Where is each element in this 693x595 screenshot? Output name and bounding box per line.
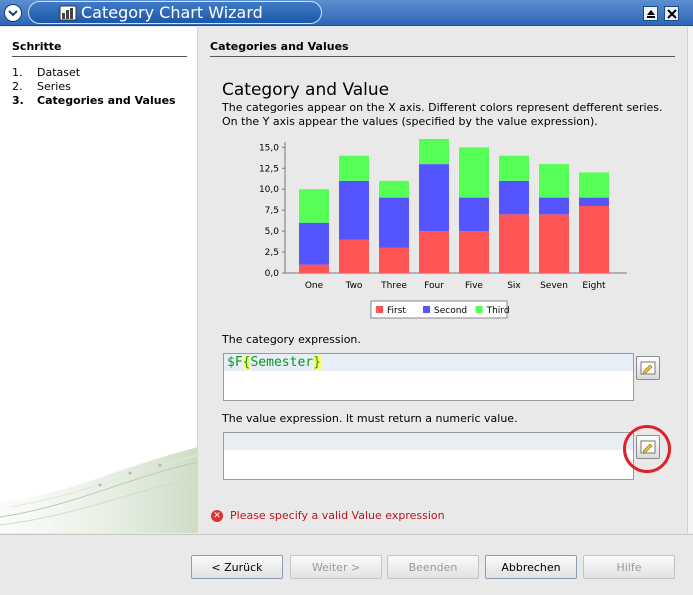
legend-label: Second — [434, 306, 467, 316]
legend-label: First — [387, 306, 406, 316]
value-expression-editor[interactable] — [223, 432, 634, 480]
bar-second — [419, 164, 449, 232]
legend-swatch — [376, 306, 383, 313]
close-icon — [666, 8, 677, 19]
bar-second — [379, 197, 409, 248]
wizard-app-icon — [59, 5, 77, 21]
bar-first — [379, 247, 409, 273]
step-number: 1. — [12, 66, 23, 79]
y-tick-label: 0,0 — [265, 269, 280, 279]
bar-third — [419, 138, 449, 165]
page-heading: Category and Value — [222, 80, 390, 100]
x-tick-label: Five — [465, 281, 483, 291]
back-button[interactable]: < Zurück — [191, 555, 283, 579]
x-tick-label: Eight — [582, 281, 606, 291]
bar-third — [459, 147, 489, 198]
bar-second — [579, 197, 609, 206]
y-tick-label: 10,0 — [259, 185, 279, 195]
legend-swatch — [475, 306, 483, 313]
error-message: ✕ Please specify a valid Value expressio… — [211, 509, 445, 522]
steps-title: Schritte — [12, 40, 187, 57]
expr-close-brace: } — [313, 355, 321, 370]
x-tick-label: Six — [507, 281, 521, 291]
bar-second — [459, 197, 489, 232]
bar-third — [499, 155, 529, 181]
eject-icon — [646, 9, 655, 18]
content-panel: Categories and Values Category and Value… — [199, 27, 687, 533]
category-expression-label: The category expression. — [222, 333, 361, 346]
legend-swatch — [423, 306, 430, 313]
step-label: Categories and Values — [37, 94, 176, 107]
y-tick-label: 12,5 — [259, 164, 279, 174]
step-number: 2. — [12, 80, 23, 93]
finish-button[interactable]: Beenden — [387, 555, 479, 579]
x-tick-label: Two — [345, 281, 363, 291]
next-button[interactable]: Weiter > — [290, 555, 382, 579]
bar-second — [339, 180, 369, 240]
chevron-down-icon — [8, 10, 18, 17]
bar-second — [539, 197, 569, 215]
title-pill: Category Chart Wizard — [28, 1, 322, 24]
step-label: Series — [37, 80, 71, 93]
category-expression-edit-button[interactable] — [636, 356, 660, 380]
error-icon: ✕ — [211, 509, 223, 522]
x-tick-label: One — [305, 281, 324, 291]
description-line-1: The categories appear on the X axis. Dif… — [222, 101, 663, 114]
value-expression-label: The value expression. It must return a n… — [222, 412, 518, 425]
preview-chart: 0,0 2,5 5,0 7,5 10,0 12,5 15,0 One Two Three Four F… — [259, 138, 627, 319]
step-series: 2. Series — [12, 80, 71, 93]
x-tick-label: Three — [380, 281, 407, 291]
bar-first — [539, 214, 569, 273]
button-bar: < Zurück Weiter > Beenden Abbrechen Hilf… — [0, 534, 693, 595]
section-title: Categories and Values — [210, 40, 675, 57]
step-categories-and-values: 3. Categories and Values — [12, 94, 176, 107]
y-tick-label: 2,5 — [265, 248, 279, 258]
y-tick-label: 5,0 — [265, 227, 280, 237]
step-dataset: 1. Dataset — [12, 66, 80, 79]
category-expression-text: $F{Semester} — [227, 355, 321, 370]
expression-editor-icon — [640, 361, 656, 375]
expr-prefix: $F — [227, 355, 243, 370]
current-line-highlight — [224, 433, 633, 450]
close-button[interactable] — [664, 6, 679, 21]
steps-panel: Schritte 1. Dataset 2. Series 3. Categories… — [0, 27, 198, 533]
bar-first — [339, 239, 369, 273]
bar-second — [499, 180, 529, 215]
y-tick-label: 7,5 — [265, 206, 279, 216]
bar-first — [299, 264, 329, 273]
expr-field: Semester — [250, 355, 314, 370]
annotation-circle — [623, 425, 671, 473]
window-edge — [687, 27, 693, 533]
bar-first — [419, 231, 449, 273]
x-tick-label: Seven — [540, 281, 568, 291]
window-menu-button[interactable] — [4, 4, 22, 22]
title-bar: Category Chart Wizard — [0, 0, 693, 26]
shade-button[interactable] — [643, 6, 658, 21]
bar-third — [299, 189, 329, 223]
help-button[interactable]: Hilfe — [583, 555, 675, 579]
legend-label: Third — [486, 306, 510, 316]
error-text: Please specify a valid Value expression — [230, 509, 445, 522]
bar-third — [379, 180, 409, 198]
step-number: 3. — [12, 94, 24, 107]
cancel-button[interactable]: Abbrechen — [485, 555, 577, 579]
category-expression-editor[interactable]: $F{Semester} — [223, 353, 634, 401]
step-label: Dataset — [37, 66, 81, 79]
bar-first — [579, 205, 609, 273]
bar-first — [459, 231, 489, 273]
bar-first — [499, 214, 529, 273]
window-title: Category Chart Wizard — [81, 3, 263, 22]
bar-third — [539, 164, 569, 198]
bar-third — [579, 172, 609, 198]
bar-second — [299, 222, 329, 265]
y-tick-label: 15,0 — [259, 143, 279, 153]
bar-third — [339, 155, 369, 181]
decorative-swoosh — [0, 447, 197, 533]
x-tick-label: Four — [424, 281, 444, 291]
